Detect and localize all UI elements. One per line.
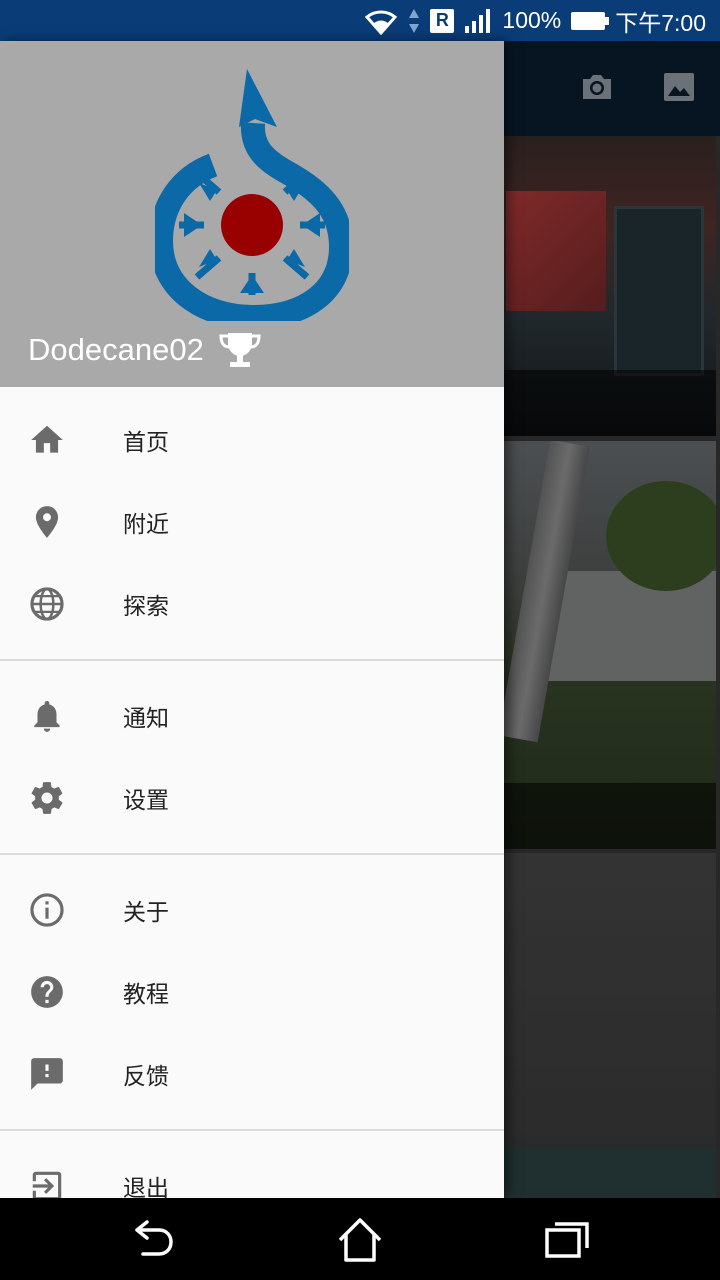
- data-activity-icon: [409, 8, 420, 33]
- username: Dodecane02: [28, 332, 204, 367]
- menu-item-label: 设置: [123, 788, 169, 814]
- menu-item-nearby[interactable]: 附近: [0, 481, 504, 563]
- logout-icon: [32, 1171, 62, 1198]
- recents-icon[interactable]: [543, 1216, 591, 1264]
- help-icon: [31, 976, 63, 1008]
- menu-item-settings[interactable]: 设置: [0, 757, 504, 839]
- drawer-menu: 首页 附近 探索 通知 设置 关于 教程 反馈 退出: [0, 387, 504, 1198]
- menu-item-logout[interactable]: 退出: [0, 1145, 504, 1198]
- drawer-header: Dodecane02: [0, 41, 504, 387]
- status-bar: R 100% 下午7:00: [0, 0, 720, 41]
- info-icon: [30, 893, 64, 927]
- gear-icon: [31, 782, 63, 814]
- trophy-icon[interactable]: [218, 331, 262, 369]
- globe-icon: [30, 587, 64, 621]
- battery-icon: [571, 11, 610, 30]
- menu-item-label: 反馈: [123, 1064, 169, 1090]
- menu-divider: [0, 659, 504, 661]
- system-nav-bar: [0, 1198, 720, 1280]
- user-info: Dodecane02: [28, 331, 262, 369]
- menu-item-label: 退出: [123, 1176, 169, 1198]
- battery-percent: 100%: [502, 7, 562, 33]
- menu-item-label: 关于: [123, 900, 169, 926]
- back-icon[interactable]: [129, 1216, 177, 1264]
- menu-item-explore[interactable]: 探索: [0, 563, 504, 645]
- clock: 下午7:00: [615, 9, 706, 36]
- menu-item-label: 首页: [123, 430, 169, 456]
- bell-icon: [34, 700, 60, 732]
- signal-icon: [465, 8, 491, 33]
- menu-item-label: 附近: [123, 512, 169, 538]
- roaming-icon: R: [430, 8, 455, 33]
- menu-item-label: 探索: [123, 594, 169, 620]
- menu-item-tutorial[interactable]: 教程: [0, 951, 504, 1033]
- navigation-drawer: Dodecane02 首页 附近 探索 通知 设置 关于 教程 反馈 退出: [0, 41, 504, 1198]
- status-icons: R 100% 下午7:00: [364, 0, 706, 41]
- menu-item-label: 通知: [123, 706, 169, 732]
- menu-item-label: 教程: [123, 982, 169, 1008]
- menu-item-about[interactable]: 关于: [0, 869, 504, 951]
- location-pin-icon: [35, 506, 59, 538]
- menu-item-home[interactable]: 首页: [0, 399, 504, 481]
- feedback-icon: [31, 1058, 63, 1090]
- wifi-icon: [365, 9, 398, 35]
- home-icon: [31, 425, 63, 453]
- menu-item-feedback[interactable]: 反馈: [0, 1033, 504, 1115]
- wikimedia-commons-logo: [155, 69, 349, 321]
- menu-item-notifications[interactable]: 通知: [0, 675, 504, 757]
- home-icon[interactable]: [336, 1216, 384, 1264]
- menu-divider: [0, 853, 504, 855]
- menu-divider: [0, 1129, 504, 1131]
